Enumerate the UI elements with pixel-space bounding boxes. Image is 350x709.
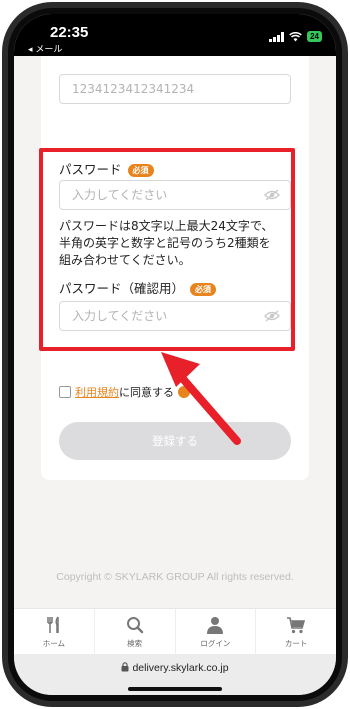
signal-icon — [269, 31, 285, 42]
person-icon — [207, 617, 224, 634]
tab-home-label: ホーム — [42, 639, 66, 648]
phone-frame: 22:35 ◂ メール 24 1234123412341234 パスワード必須 — [0, 0, 350, 709]
search-icon — [126, 617, 143, 634]
lock-icon — [121, 662, 129, 672]
screen: 22:35 ◂ メール 24 1234123412341234 パスワード必須 — [14, 14, 336, 695]
status-bar: 22:35 ◂ メール 24 — [14, 14, 336, 56]
browser-url-bar[interactable]: delivery.skylark.co.jp — [14, 654, 336, 695]
battery-icon: 24 — [307, 31, 322, 42]
tab-search-label: 検索 — [127, 639, 143, 648]
cart-icon — [287, 617, 306, 634]
copyright-text: Copyright © SKYLARK GROUP All rights res… — [56, 571, 294, 583]
tab-cart-label: カート — [284, 639, 308, 648]
home-indicator[interactable] — [128, 687, 222, 691]
status-time: 22:35 — [50, 24, 89, 41]
fork-knife-icon — [47, 616, 59, 633]
tab-cart[interactable]: カート — [256, 609, 336, 655]
url-display[interactable]: delivery.skylark.co.jp — [14, 662, 336, 674]
footer — [14, 509, 336, 606]
bottom-tab-bar: ホーム 検索 ログイン カート — [14, 608, 336, 655]
status-icons: 24 — [269, 31, 322, 42]
tab-login-label: ログイン — [200, 639, 231, 648]
back-to-mail-link[interactable]: ◂ メール — [28, 42, 62, 55]
wifi-icon — [289, 31, 302, 41]
tab-home[interactable]: ホーム — [14, 609, 95, 655]
tab-login[interactable]: ログイン — [176, 609, 257, 655]
tab-search[interactable]: 検索 — [95, 609, 176, 655]
url-text: delivery.skylark.co.jp — [132, 662, 229, 674]
page-content: 1234123412341234 パスワード 必須 入力してください パスワードは… — [14, 56, 336, 551]
arrow-annotation — [161, 352, 241, 445]
